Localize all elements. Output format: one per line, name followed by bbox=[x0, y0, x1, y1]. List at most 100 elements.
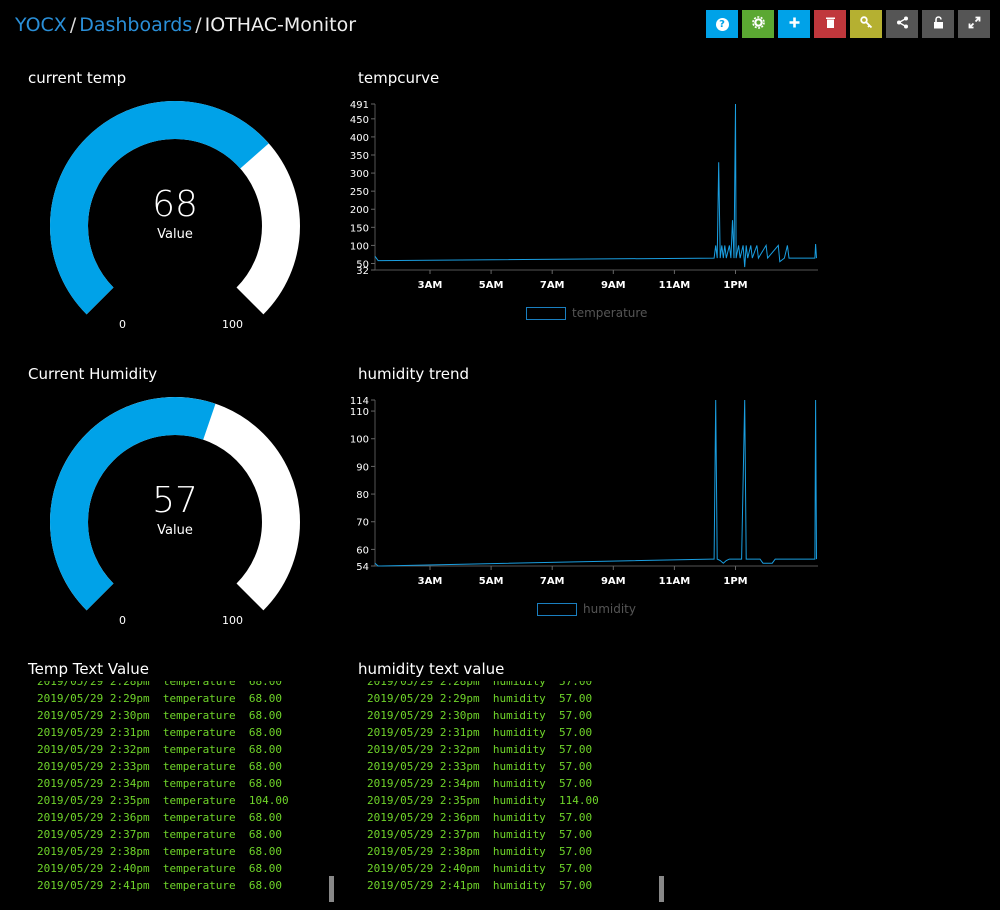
y-tick-label: 200 bbox=[350, 205, 369, 216]
log-line: 2019/05/29 2:38pm temperature 68.00 bbox=[37, 845, 283, 858]
log-line: 2019/05/29 2:31pm temperature 68.00 bbox=[37, 726, 283, 739]
temp-log-scrollbar[interactable] bbox=[329, 876, 334, 902]
x-tick-label: 11AM bbox=[659, 576, 691, 587]
legend-swatch bbox=[537, 602, 577, 616]
humidity-gauge-caption: Value bbox=[157, 523, 193, 538]
log-line: 2019/05/29 2:34pm humidity 57.00 bbox=[367, 777, 593, 790]
question-icon: ? bbox=[715, 17, 729, 31]
log-line: 2019/05/29 2:34pm temperature 68.00 bbox=[37, 777, 283, 790]
legend-swatch bbox=[526, 306, 566, 320]
humidity-gauge-min: 0 bbox=[119, 614, 126, 627]
log-line: 2019/05/29 2:37pm temperature 68.00 bbox=[37, 828, 283, 841]
y-tick-label: 250 bbox=[350, 187, 369, 198]
humidity-chart-legend[interactable]: humidity bbox=[537, 602, 636, 616]
temp-gauge-max: 100 bbox=[222, 318, 243, 331]
humidity-log-scrollbar[interactable] bbox=[659, 876, 664, 902]
log-line: 2019/05/29 2:30pm temperature 68.00 bbox=[37, 709, 283, 722]
lock-button[interactable] bbox=[922, 10, 954, 38]
x-tick-label: 5AM bbox=[479, 576, 504, 587]
y-tick-label: 80 bbox=[356, 490, 369, 501]
breadcrumb-dashboards-link[interactable]: Dashboards bbox=[79, 14, 192, 36]
log-line: 2019/05/29 2:36pm temperature 68.00 bbox=[37, 811, 283, 824]
log-line: 2019/05/29 2:29pm humidity 57.00 bbox=[367, 692, 593, 705]
y-tick-label: 400 bbox=[350, 133, 369, 144]
log-line: 2019/05/29 2:31pm humidity 57.00 bbox=[367, 726, 593, 739]
y-tick-label: 300 bbox=[350, 169, 369, 180]
log-line: 2019/05/29 2:40pm humidity 57.00 bbox=[367, 862, 593, 875]
x-tick-label: 7AM bbox=[540, 280, 565, 291]
add-widget-button[interactable] bbox=[778, 10, 810, 38]
y-tick-label: 70 bbox=[356, 518, 369, 529]
x-tick-label: 7AM bbox=[540, 576, 565, 587]
page-title: IOTHAC-Monitor bbox=[204, 14, 357, 36]
temp-gauge-arc bbox=[50, 101, 300, 315]
temp-log-title: Temp Text Value bbox=[28, 660, 150, 678]
y-tick-label: 450 bbox=[350, 115, 369, 126]
humidity-chart: 54 60 70 80 90 100 110 114 3AM 5AM 7AM 9AM 11AM 1PM bbox=[340, 392, 830, 596]
log-line: 2019/05/29 2:41pm humidity 57.00 bbox=[367, 879, 593, 892]
plus-icon bbox=[788, 16, 801, 32]
humidity-chart-svg: 54 60 70 80 90 100 110114 3AM 5AM 7AM 9AM 11AM 1PM bbox=[350, 396, 818, 587]
y-tick-label: 150 bbox=[350, 223, 369, 234]
humidity-gauge-arc bbox=[50, 397, 300, 611]
log-line: 2019/05/29 2:41pm temperature 68.00 bbox=[37, 879, 283, 892]
breadcrumb-separator: / bbox=[69, 14, 77, 36]
log-line: 2019/05/29 2:33pm temperature 68.00 bbox=[37, 760, 283, 773]
temp-gauge-title: current temp bbox=[28, 69, 127, 87]
temp-chart-svg: 32501001502002503003504004504913AM 5AM 7AM… bbox=[350, 100, 818, 291]
toolbar: ? bbox=[706, 10, 990, 38]
y-tick-label: 491 bbox=[350, 100, 369, 111]
breadcrumb-root-link[interactable]: YOCX bbox=[15, 14, 67, 36]
y-tick-label: 100 bbox=[350, 435, 369, 446]
settings-button[interactable] bbox=[742, 10, 774, 38]
y-tick-label: 110 bbox=[350, 407, 369, 418]
x-tick-label: 1PM bbox=[723, 280, 747, 291]
unlock-icon bbox=[932, 16, 945, 32]
share-button[interactable] bbox=[886, 10, 918, 38]
temp-gauge-value: 68 bbox=[152, 184, 198, 225]
y-tick-label: 60 bbox=[356, 545, 369, 556]
log-line: 2019/05/29 2:32pm temperature 68.00 bbox=[37, 743, 283, 756]
temp-gauge-min: 0 bbox=[119, 318, 126, 331]
legend-label: temperature bbox=[572, 306, 648, 320]
y-tick-label: 100 bbox=[350, 241, 369, 252]
series-line bbox=[374, 103, 817, 268]
x-tick-label: 9AM bbox=[601, 280, 626, 291]
humidity-gauge-value: 57 bbox=[152, 480, 198, 521]
series-line bbox=[374, 399, 817, 567]
key-button[interactable] bbox=[850, 10, 882, 38]
temp-log[interactable]: 2019/05/29 2:28pm temperature 68.00 2019/… bbox=[37, 681, 337, 903]
y-tick-label: 350 bbox=[350, 151, 369, 162]
log-line: 2019/05/29 2:29pm temperature 68.00 bbox=[37, 692, 283, 705]
gear-icon bbox=[751, 16, 765, 32]
log-line: 2019/05/29 2:35pm humidity 114.00 bbox=[367, 794, 599, 807]
y-tick-label: 54 bbox=[356, 562, 369, 573]
log-line: 2019/05/29 2:32pm humidity 57.00 bbox=[367, 743, 593, 756]
log-line: 2019/05/29 2:40pm temperature 68.00 bbox=[37, 862, 283, 875]
temp-gauge: 68 Value 0 100 bbox=[45, 96, 305, 356]
humidity-log[interactable]: 2019/05/29 2:28pm humidity 57.00 2019/05/… bbox=[367, 681, 667, 903]
trash-icon bbox=[824, 16, 837, 32]
y-tick-label: 114 bbox=[350, 396, 369, 407]
x-tick-label: 3AM bbox=[418, 576, 443, 587]
x-tick-label: 3AM bbox=[418, 280, 443, 291]
x-tick-label: 5AM bbox=[479, 280, 504, 291]
expand-icon bbox=[968, 16, 981, 32]
delete-button[interactable] bbox=[814, 10, 846, 38]
temp-chart-title: tempcurve bbox=[358, 69, 440, 87]
help-button[interactable]: ? bbox=[706, 10, 738, 38]
humidity-gauge: 57 Value 0 100 bbox=[45, 392, 305, 652]
x-tick-label: 1PM bbox=[723, 576, 747, 587]
temp-chart-legend[interactable]: temperature bbox=[526, 306, 647, 320]
x-tick-label: 11AM bbox=[659, 280, 691, 291]
temp-chart: 32 50 100 150 200 250 300 350 400 450 491 3AM 5AM 7AM… bbox=[340, 96, 830, 300]
humidity-gauge-max: 100 bbox=[222, 614, 243, 627]
humidity-log-title: humidity text value bbox=[358, 660, 505, 678]
fullscreen-button[interactable] bbox=[958, 10, 990, 38]
key-icon bbox=[859, 16, 873, 32]
legend-label: humidity bbox=[583, 602, 636, 616]
humidity-chart-title: humidity trend bbox=[358, 365, 469, 383]
log-line: 2019/05/29 2:30pm humidity 57.00 bbox=[367, 709, 593, 722]
y-tick-label: 50 bbox=[356, 259, 369, 270]
y-tick-label: 90 bbox=[356, 462, 369, 473]
